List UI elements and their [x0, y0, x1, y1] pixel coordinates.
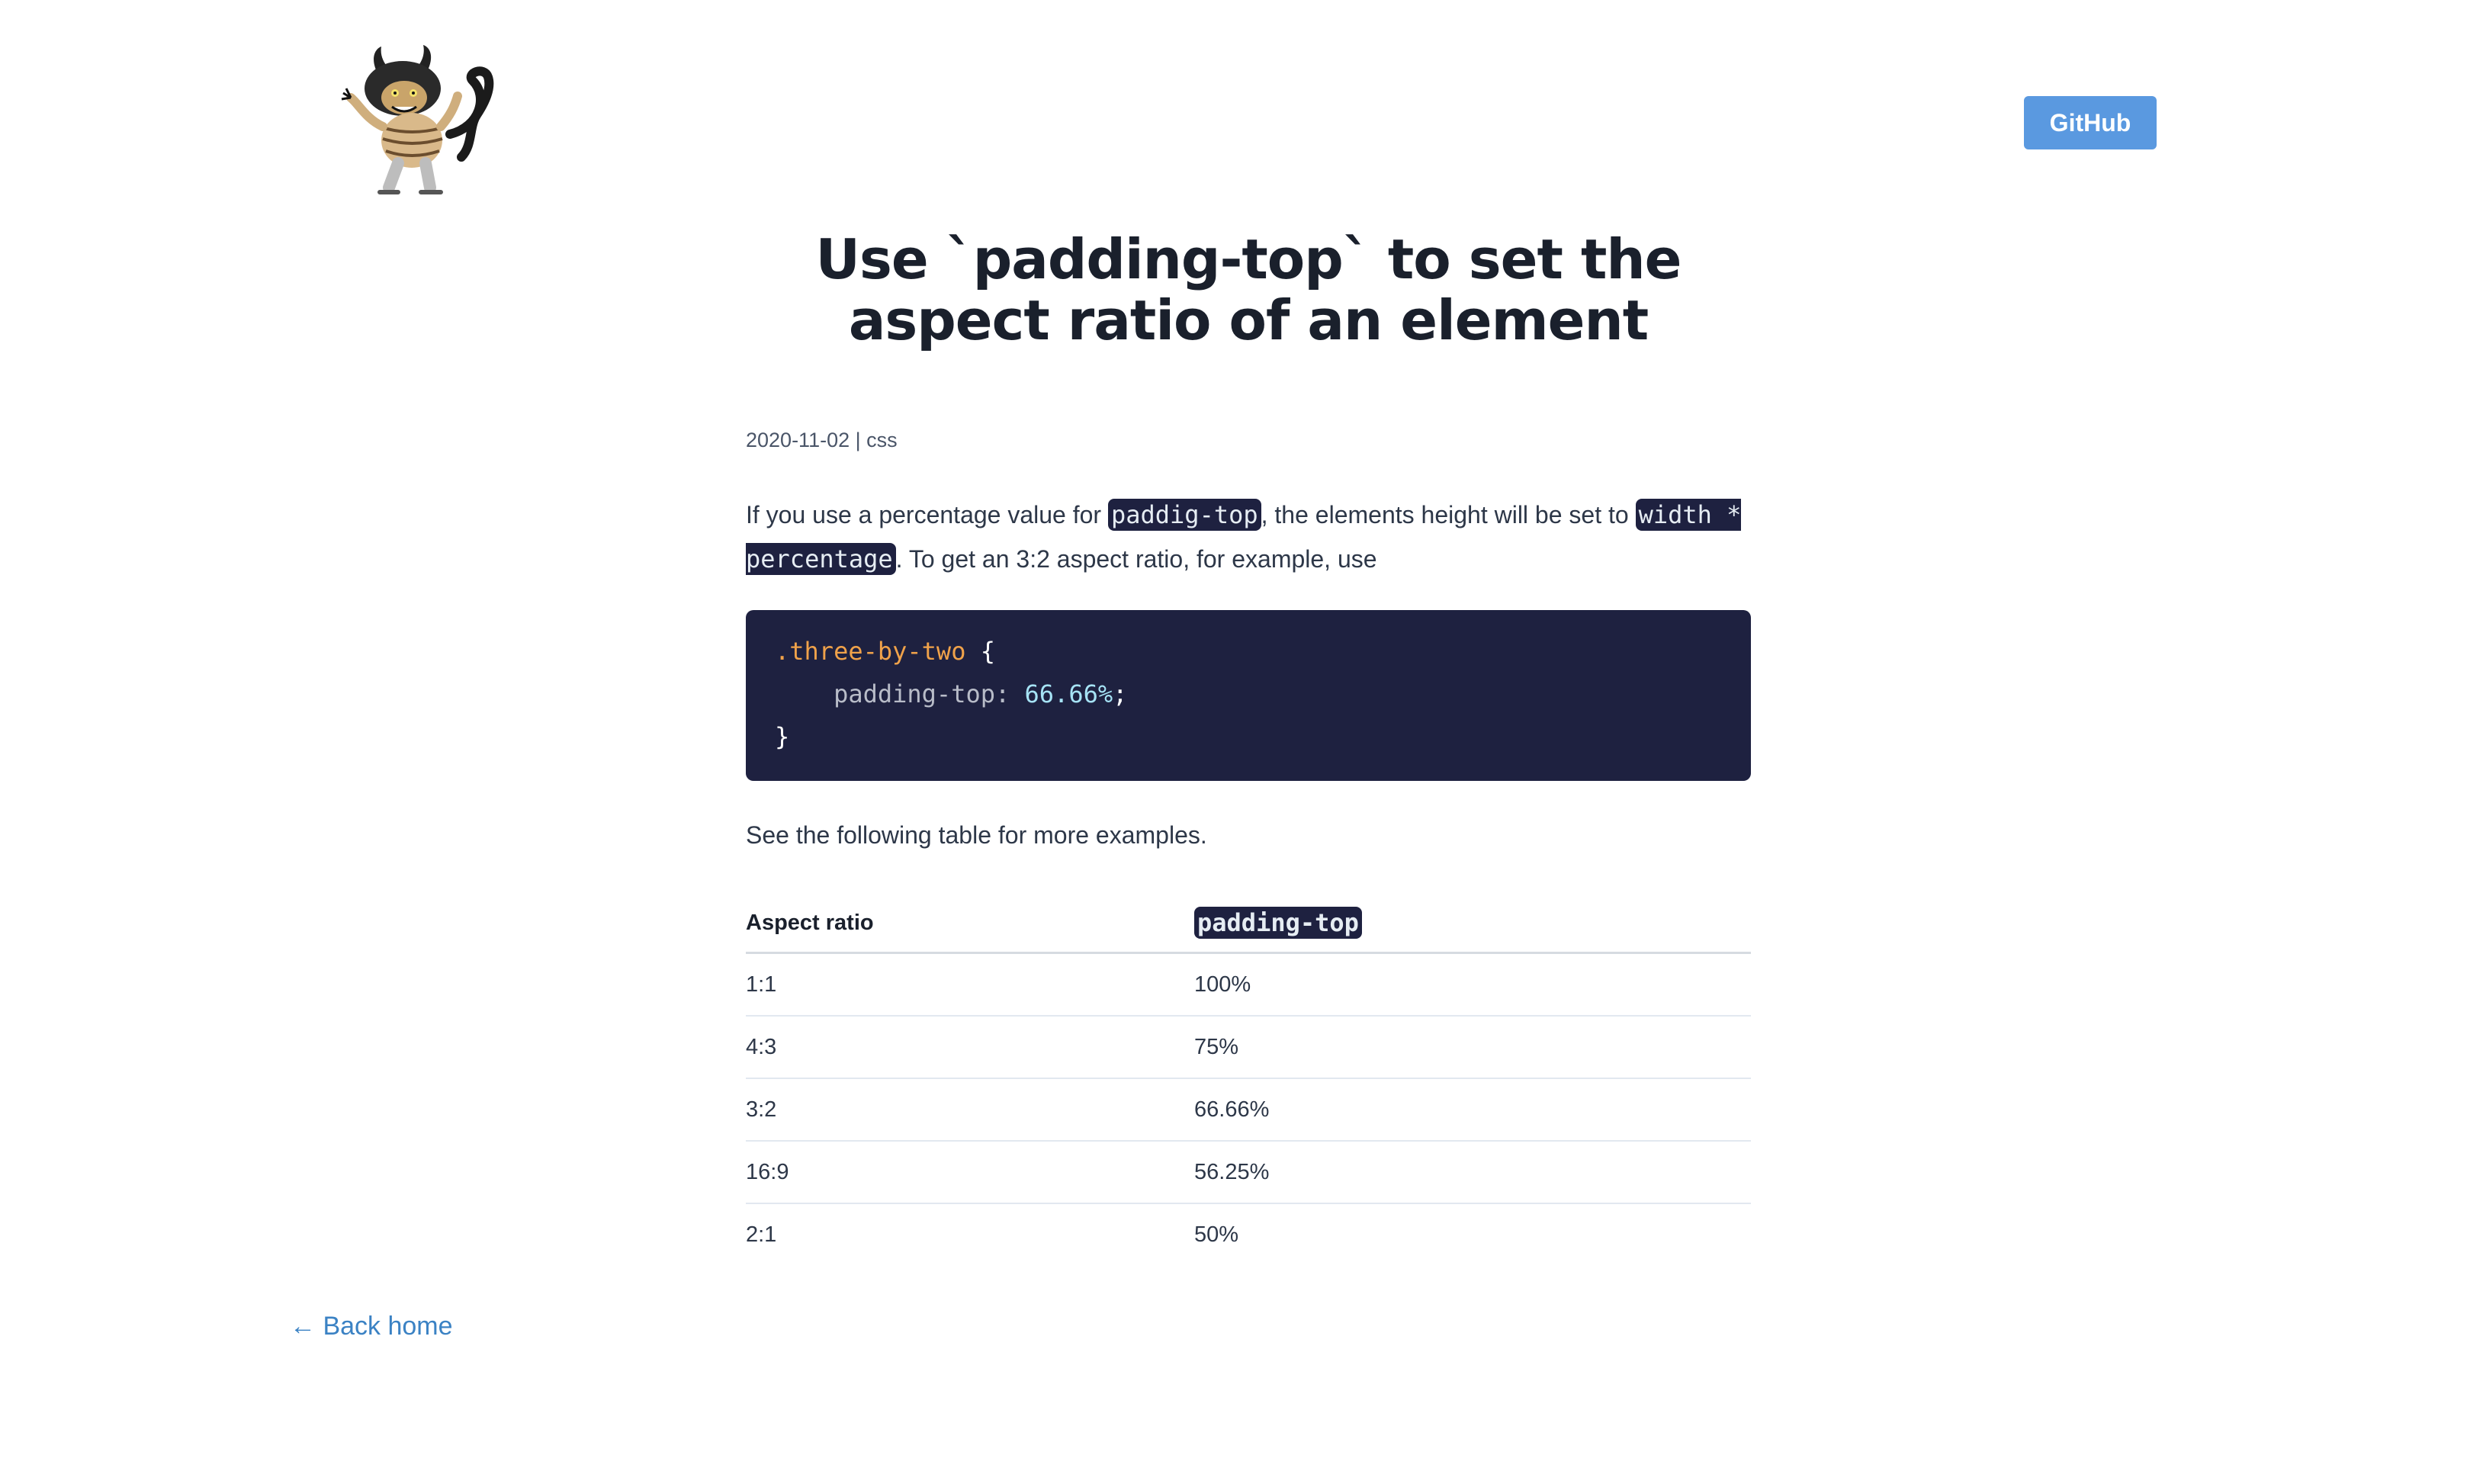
- code-close-brace: }: [775, 722, 790, 751]
- table-cell-padding: 50%: [1194, 1222, 1239, 1247]
- monster-logo-icon: [341, 45, 494, 194]
- back-home-link[interactable]: ← Back home: [290, 1312, 453, 1341]
- code-value: 66.66%: [1024, 679, 1113, 708]
- site-logo[interactable]: [336, 43, 496, 198]
- code-semicolon: ;: [1113, 679, 1128, 708]
- article: Use `padding-top` to set the aspect rati…: [746, 227, 1751, 1247]
- table-cell-padding: 100%: [1194, 952, 1751, 1017]
- table-cell-ratio: 16:9: [746, 1141, 1194, 1204]
- table-row: 2:1 50%: [746, 1203, 1751, 1265]
- table-header-code: padding-top: [1194, 907, 1362, 939]
- code-block: .three-by-two { padding-top: 66.66%; }: [746, 610, 1751, 781]
- code-property: padding-top:: [834, 679, 1010, 708]
- github-button[interactable]: GitHub: [2024, 96, 2157, 149]
- table-row: 3:2 66.66%: [746, 1078, 1751, 1142]
- inline-code-padding-top: paddig-top: [1107, 499, 1261, 531]
- table-row: 1:1 100%: [746, 952, 1751, 1017]
- table-cell-padding: 75%: [1194, 1016, 1751, 1079]
- page-title: Use `padding-top` to set the aspect rati…: [815, 227, 1682, 352]
- intro-text-middle: , the elements height will be set to: [1261, 501, 1636, 528]
- table-row: 16:9 56.25%: [746, 1141, 1751, 1204]
- table-cell-ratio: 2:1: [746, 1222, 777, 1247]
- post-meta: 2020-11-02 | css: [746, 429, 898, 451]
- aspect-ratio-table: Aspect ratio padding-top 1:1 100% 4:3 75…: [746, 894, 1751, 1265]
- intro-text-before: If you use a percentage value for: [746, 501, 1108, 528]
- intro-paragraph: If you use a percentage value for paddig…: [746, 493, 1751, 581]
- table-cell-padding: 56.25%: [1194, 1141, 1751, 1204]
- table-row: 4:3 75%: [746, 1016, 1751, 1079]
- table-cell-ratio: 3:2: [746, 1078, 1194, 1142]
- table-header-padding-top: padding-top: [1194, 894, 1751, 954]
- table-header-aspect-ratio: Aspect ratio: [746, 894, 1194, 954]
- table-cell-ratio: 1:1: [746, 952, 1194, 1017]
- code-selector: .three-by-two: [775, 637, 966, 666]
- code-open-brace: {: [980, 637, 995, 666]
- table-cell-padding: 66.66%: [1194, 1078, 1751, 1142]
- site-header: GitHub: [0, 0, 2483, 214]
- table-cell-ratio: 4:3: [746, 1016, 1194, 1079]
- followup-paragraph: See the following table for more example…: [746, 821, 1207, 849]
- intro-text-after: . To get an 3:2 aspect ratio, for exampl…: [895, 545, 1377, 573]
- table-header-row: Aspect ratio padding-top: [746, 894, 1751, 954]
